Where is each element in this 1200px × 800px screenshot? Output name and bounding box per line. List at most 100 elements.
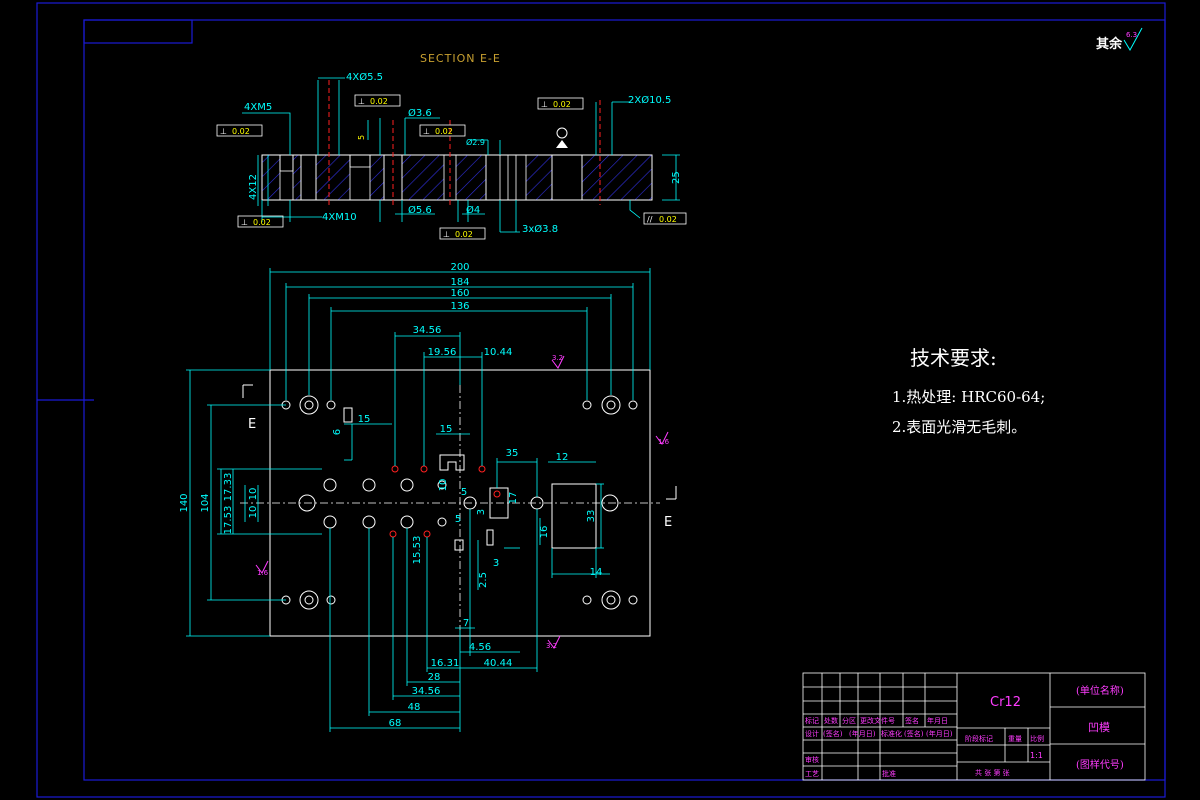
svg-text:设计: 设计 bbox=[805, 729, 819, 738]
svg-text:更改文件号: 更改文件号 bbox=[860, 716, 895, 725]
general-roughness-note: 其余 6.3 bbox=[1096, 27, 1143, 52]
dim-34-56: 34.56 bbox=[413, 325, 442, 336]
dim-160: 160 bbox=[450, 288, 469, 299]
svg-text:处数: 处数 bbox=[824, 716, 838, 725]
roughness-3-2-top: 3.2 bbox=[552, 354, 563, 362]
tech-req-item-2: 2.表面光滑无毛刺。 bbox=[892, 418, 1026, 436]
dim-28: 28 bbox=[428, 672, 441, 683]
svg-text:比例: 比例 bbox=[1030, 734, 1044, 743]
dim-34-56-b: 34.56 bbox=[412, 686, 441, 697]
datum-marker-icon bbox=[556, 127, 568, 139]
svg-text:(签名): (签名) bbox=[904, 729, 924, 738]
dim-10-b: 10 bbox=[248, 506, 259, 519]
dim-33: 33 bbox=[586, 510, 597, 523]
material-cell: Cr12 bbox=[990, 695, 1021, 710]
svg-text:⊥: ⊥ bbox=[443, 230, 450, 239]
svg-text:⊥: ⊥ bbox=[241, 218, 248, 227]
svg-text:0.02: 0.02 bbox=[253, 218, 271, 227]
callout-2x10: 2XØ10.5 bbox=[628, 94, 671, 106]
drawing-no-cell: (图样代号) bbox=[1076, 758, 1124, 771]
svg-text:批准: 批准 bbox=[882, 769, 896, 778]
svg-text:0.02: 0.02 bbox=[370, 97, 388, 106]
section-mark-left: E bbox=[248, 417, 256, 432]
callout-4x12: 4X12 bbox=[248, 174, 259, 200]
svg-text:共 张 第 张: 共 张 第 张 bbox=[975, 768, 1010, 777]
dim-17: 17 bbox=[508, 492, 519, 505]
callout-3x38: 3xØ3.8 bbox=[522, 223, 558, 235]
svg-text:0.02: 0.02 bbox=[435, 127, 453, 136]
dim-68: 68 bbox=[389, 718, 402, 729]
tech-req-heading: 技术要求: bbox=[910, 346, 997, 370]
dim-136: 136 bbox=[450, 301, 469, 312]
plan-view: E E 200 184 160 136 34.56 19.56 10.44 14… bbox=[179, 262, 677, 732]
roughness-label: 其余 bbox=[1096, 36, 1123, 52]
dim-6: 6 bbox=[332, 429, 343, 435]
svg-text:0.02: 0.02 bbox=[232, 127, 250, 136]
dim-10-a: 10 bbox=[248, 488, 259, 501]
dim-3-a: 3 bbox=[493, 558, 499, 569]
svg-text:⊥: ⊥ bbox=[423, 127, 430, 136]
svg-text:签名: 签名 bbox=[905, 716, 919, 725]
section-view: SECTION E-E 4XØ5.5 4XM5 Ø3.6 Ø2.9 2XØ10.… bbox=[216, 52, 687, 240]
dim-3-b: 3 bbox=[476, 509, 487, 515]
dim-10-c: 10 bbox=[438, 479, 449, 492]
scale-value: 1:1 bbox=[1030, 751, 1043, 760]
dim-3-5: 35 bbox=[506, 448, 519, 459]
svg-text://: // bbox=[647, 215, 653, 224]
dim-19-56: 19.56 bbox=[428, 347, 457, 358]
svg-text:0.02: 0.02 bbox=[659, 215, 677, 224]
dim-140: 140 bbox=[179, 493, 190, 512]
dim-10-44: 10.44 bbox=[484, 347, 513, 358]
dim-40-44: 40.44 bbox=[484, 658, 513, 669]
dim-12: 12 bbox=[556, 452, 569, 463]
svg-text:年月日: 年月日 bbox=[927, 716, 948, 725]
dim-5-b: 5 bbox=[455, 514, 461, 525]
unit-name-cell: (单位名称) bbox=[1076, 684, 1124, 697]
dim-184: 184 bbox=[450, 277, 469, 288]
dim-16: 16 bbox=[539, 526, 550, 539]
svg-text:标准化: 标准化 bbox=[881, 729, 902, 738]
svg-text:工艺: 工艺 bbox=[805, 770, 819, 778]
dim-104: 104 bbox=[200, 493, 211, 512]
svg-text:⊥: ⊥ bbox=[358, 97, 365, 106]
dim-15-a: 15 bbox=[358, 414, 371, 425]
dim-14: 14 bbox=[590, 567, 603, 578]
part-name-cell: 凹模 bbox=[1088, 721, 1110, 734]
technical-requirements: 技术要求: 1.热处理: HRC60-64; 2.表面光滑无毛刺。 bbox=[892, 346, 1045, 436]
dim-48: 48 bbox=[408, 702, 421, 713]
callout-56: Ø5.6 bbox=[408, 204, 432, 216]
svg-text:审核: 审核 bbox=[805, 755, 819, 764]
svg-text:0.02: 0.02 bbox=[455, 230, 473, 239]
dim-17-33: 17.33 bbox=[223, 473, 234, 502]
dim-16-31: 16.31 bbox=[431, 658, 460, 669]
callout-4x55: 4XØ5.5 bbox=[346, 71, 383, 83]
callout-4xm5: 4XM5 bbox=[244, 102, 272, 113]
datum-triangle-icon bbox=[556, 140, 568, 148]
svg-text:(年月日): (年月日) bbox=[849, 729, 876, 738]
title-block: Cr12 (单位名称) 凹模 (图样代号) 1:1 标记 处数 分区 更改文件号… bbox=[802, 672, 1146, 781]
svg-text:(签名): (签名) bbox=[823, 729, 843, 738]
svg-text:⊥: ⊥ bbox=[220, 127, 227, 136]
svg-text:0.02: 0.02 bbox=[553, 100, 571, 109]
section-mark-right: E bbox=[664, 515, 672, 530]
callout-thickness: 25 bbox=[671, 171, 682, 184]
svg-text:(年月日): (年月日) bbox=[926, 729, 953, 738]
dim-17-53: 17.53 bbox=[223, 506, 234, 535]
svg-text:阶段标记: 阶段标记 bbox=[965, 734, 993, 743]
dim-5-a: 5 bbox=[461, 487, 467, 498]
dim-7: 7 bbox=[463, 618, 469, 629]
callout-36: Ø3.6 bbox=[408, 107, 432, 119]
tech-req-item-1: 1.热处理: HRC60-64; bbox=[892, 388, 1045, 406]
dim-15-b: 15 bbox=[440, 424, 453, 435]
dim-200: 200 bbox=[450, 262, 469, 273]
callout-4: Ø4 bbox=[466, 204, 480, 216]
dim-15-53: 15.53 bbox=[412, 536, 423, 565]
roughness-3-2-bottom: 3.2 bbox=[546, 642, 557, 650]
cad-drawing: 其余 6.3 SECTION E-E 4XØ5.5 4XM5 Ø3.6 Ø2.9… bbox=[36, 2, 1166, 798]
dim-4-56: 4.56 bbox=[469, 642, 491, 653]
callout-5: 5 bbox=[357, 135, 366, 140]
roughness-value: 6.3 bbox=[1126, 31, 1137, 39]
svg-text:分区: 分区 bbox=[842, 716, 856, 725]
roughness-1-6-left: 1.6 bbox=[257, 569, 269, 577]
dim-2-5: 2.5 bbox=[478, 572, 489, 588]
